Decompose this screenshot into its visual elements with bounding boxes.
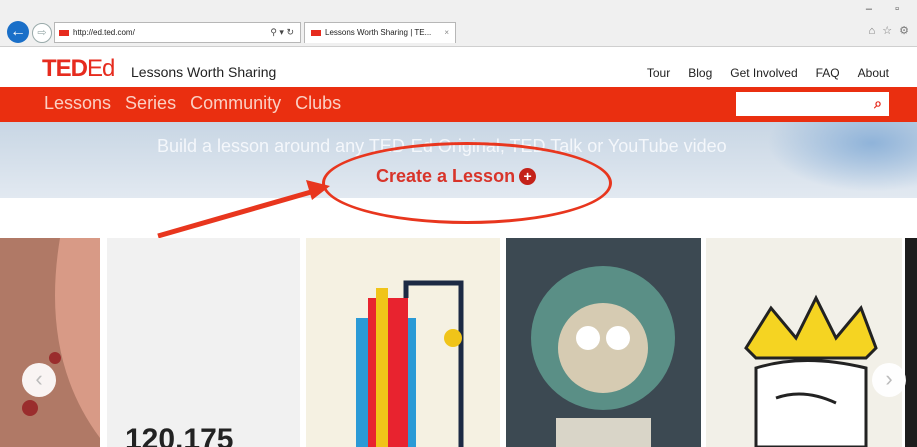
lesson-thumb-5 (744, 294, 878, 447)
lesson-card[interactable] (506, 238, 701, 447)
lesson-thumb-1 (0, 238, 100, 447)
lesson-carousel: 120,175 ‹ › (0, 238, 917, 447)
lesson-card[interactable] (706, 238, 902, 447)
card-number-text: 120,175 (125, 423, 234, 447)
lesson-card[interactable] (0, 238, 100, 447)
lesson-card[interactable] (306, 238, 500, 447)
lesson-thumb-4 (531, 266, 675, 447)
carousel-next-button[interactable]: › (872, 363, 906, 397)
lesson-thumb-3 (356, 280, 464, 447)
lesson-card[interactable] (905, 238, 917, 447)
lesson-card[interactable]: 120,175 (107, 238, 300, 447)
carousel-prev-button[interactable]: ‹ (22, 363, 56, 397)
